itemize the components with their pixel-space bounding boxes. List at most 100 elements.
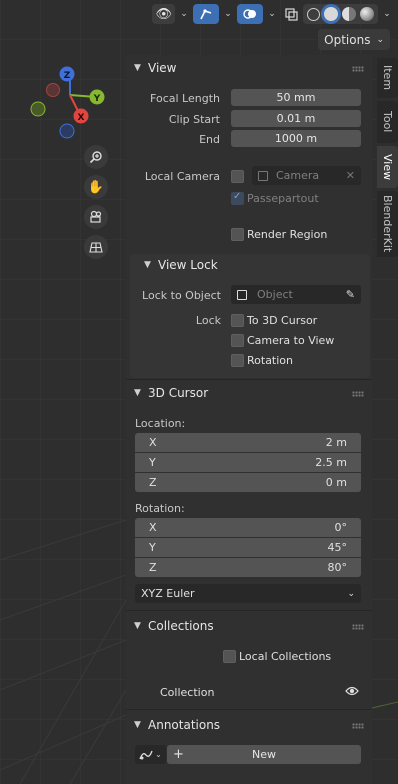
axis-label: X	[149, 521, 157, 534]
material-preview-shading-icon[interactable]	[342, 7, 356, 21]
rotation-mode-dropdown[interactable]: XYZ Euler ⌄	[135, 584, 361, 603]
eyedropper-icon[interactable]: ✎	[346, 288, 355, 301]
zoom-icon	[89, 151, 102, 164]
eye-select-icon: 👁	[155, 6, 172, 22]
neg-x-axis-handle[interactable]	[46, 83, 60, 97]
annotations-section-header[interactable]: ▼ Annotations	[126, 713, 372, 737]
focal-length-field[interactable]: 50 mm	[231, 89, 361, 106]
pan-button[interactable]: ✋	[84, 175, 108, 199]
gizmo-dropdown-chevron[interactable]: ⌄	[221, 4, 235, 24]
clip-start-label: Clip Start	[168, 113, 220, 126]
camera-to-view-label: Camera to View	[247, 334, 335, 347]
chevron-down-icon: ⌄	[347, 588, 355, 599]
tab-view-label: View	[381, 153, 394, 181]
chevron-down-icon: ▼	[134, 388, 141, 398]
gizmo-toggle-button[interactable]	[193, 4, 219, 24]
tab-tool[interactable]: Tool	[377, 101, 398, 143]
passepartout-label: Passepartout	[247, 192, 319, 205]
view-section-title: View	[148, 61, 177, 75]
collections-section-header[interactable]: ▼ Collections	[126, 614, 372, 638]
camera-view-button[interactable]	[84, 205, 108, 229]
cursor-location-label: Location:	[135, 417, 186, 430]
lock-label: Lock	[195, 314, 221, 327]
zoom-button[interactable]	[84, 145, 108, 169]
drag-handle-icon[interactable]	[352, 66, 364, 72]
clip-start-field[interactable]: 0.01 m	[231, 110, 361, 127]
navigation-gizmo[interactable]: Z Y X	[25, 62, 115, 142]
new-annotation-button[interactable]: + New	[167, 745, 361, 764]
drag-handle-icon[interactable]	[352, 391, 364, 397]
view-lock-header[interactable]: ▼ View Lock	[136, 253, 366, 277]
view-section-header[interactable]: ▼ View	[126, 56, 372, 80]
perspective-toggle-button[interactable]	[84, 235, 108, 259]
axis-label: X	[149, 436, 157, 449]
axis-label: Z	[149, 476, 157, 489]
tab-view[interactable]: View	[377, 146, 398, 188]
solid-shading-icon[interactable]	[324, 7, 338, 21]
wireframe-shading-icon[interactable]	[307, 7, 320, 21]
cursor-rotation-y-field[interactable]: Y 45°	[135, 538, 361, 557]
axis-value: 80°	[327, 561, 348, 574]
camera-to-view-checkbox[interactable]	[231, 334, 244, 347]
eye-icon[interactable]	[345, 685, 359, 697]
section-divider	[126, 709, 372, 710]
lock-to-3d-cursor-checkbox[interactable]	[231, 314, 244, 327]
collections-title: Collections	[148, 619, 214, 633]
drag-handle-icon[interactable]	[352, 723, 364, 729]
options-dropdown[interactable]: Options ⌄	[318, 29, 390, 50]
focal-length-label: Focal Length	[150, 92, 220, 105]
annotation-data-selector[interactable]: ⌄	[135, 745, 166, 764]
3d-cursor-section-header[interactable]: ▼ 3D Cursor	[126, 381, 372, 405]
tab-item-label: Item	[381, 65, 394, 91]
z-axis-label: Z	[64, 71, 71, 81]
neg-y-axis-handle[interactable]	[30, 101, 46, 117]
gizmo-icon	[200, 9, 212, 20]
shading-mode-group	[303, 4, 378, 24]
lock-rotation-checkbox[interactable]	[231, 354, 244, 367]
drag-handle-icon[interactable]	[352, 624, 364, 630]
section-divider	[126, 610, 372, 611]
clip-end-field[interactable]: 1000 m	[231, 130, 361, 147]
axis-value: 45°	[327, 541, 348, 554]
local-camera-checkbox[interactable]	[231, 170, 244, 183]
clear-icon[interactable]: ✕	[346, 169, 355, 182]
xray-toggle-button[interactable]	[281, 4, 301, 24]
render-region-checkbox[interactable]	[231, 228, 244, 241]
overlay-dropdown-chevron[interactable]: ⌄	[265, 4, 279, 24]
shading-dropdown-chevron[interactable]: ⌄	[380, 4, 394, 24]
rendered-shading-icon[interactable]	[360, 7, 374, 21]
grid-perspective-icon	[89, 242, 103, 253]
axis-value: 0°	[334, 521, 348, 534]
rotation-mode-value: XYZ Euler	[141, 587, 195, 600]
lock-to-3d-cursor-label: To 3D Cursor	[247, 314, 318, 327]
cursor-location-y-field[interactable]: Y 2.5 m	[135, 453, 361, 472]
cursor-location-z-field[interactable]: Z 0 m	[135, 473, 361, 492]
tab-blenderkit-label: BlenderKit	[381, 195, 394, 253]
collection-item-label: Collection	[160, 686, 215, 699]
overlay-toggle-button[interactable]	[237, 4, 263, 24]
neg-z-axis-handle[interactable]	[59, 123, 75, 139]
cursor-rotation-z-field[interactable]: Z 80°	[135, 558, 361, 577]
cursor-rotation-x-field[interactable]: X 0°	[135, 518, 361, 537]
passepartout-checkbox[interactable]: ✓	[231, 191, 244, 205]
lock-object-picker[interactable]: Object ✎	[231, 285, 361, 304]
hand-icon: ✋	[87, 179, 105, 195]
x-axis-label: X	[78, 113, 85, 123]
visibility-dropdown-chevron[interactable]: ⌄	[177, 4, 191, 24]
chevron-down-icon: ⌄	[376, 34, 384, 45]
cursor-location-x-field[interactable]: X 2 m	[135, 433, 361, 452]
cursor-rotation-label: Rotation:	[135, 502, 185, 515]
chevron-down-icon: ▼	[134, 720, 141, 730]
tab-blenderkit[interactable]: BlenderKit	[377, 191, 398, 257]
axis-label: Y	[149, 541, 156, 554]
clip-end-label: End	[199, 133, 220, 146]
options-label: Options	[324, 32, 371, 47]
view-lock-title: View Lock	[158, 258, 218, 272]
axis-value: 2 m	[325, 436, 347, 449]
3d-cursor-title: 3D Cursor	[148, 386, 209, 400]
local-collections-checkbox[interactable]	[223, 650, 236, 663]
visibility-selector[interactable]: 👁	[152, 4, 175, 24]
render-region-label: Render Region	[247, 228, 328, 241]
local-camera-picker[interactable]: Camera ✕	[252, 166, 361, 185]
tab-item[interactable]: Item	[377, 58, 398, 98]
